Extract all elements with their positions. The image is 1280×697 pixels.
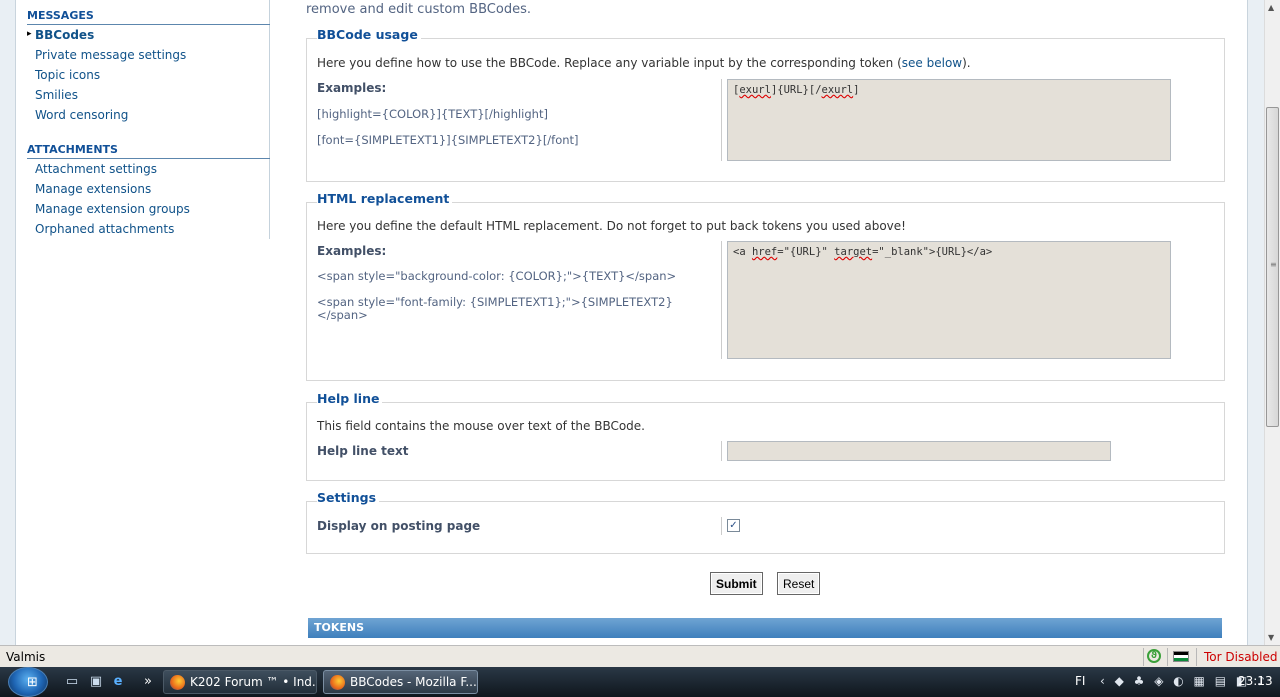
- html-description: Here you define the default HTML replace…: [317, 219, 906, 233]
- scrollbar-thumb[interactable]: ≡: [1266, 107, 1279, 427]
- addon-green-icon[interactable]: ϑ: [1147, 649, 1161, 663]
- column-divider: [721, 517, 722, 535]
- internet-explorer-icon[interactable]: e: [110, 674, 126, 690]
- html-replacement-textarea[interactable]: <a href="{URL}" target="_blank">{URL}</a…: [727, 241, 1171, 359]
- html-value-part: ="_blank">{URL}</a>: [872, 246, 993, 258]
- status-text: Valmis: [6, 650, 46, 664]
- usage-value-part: exurl: [821, 84, 854, 96]
- right-page-edge: [1247, 0, 1264, 645]
- flag-icon[interactable]: [1173, 651, 1189, 662]
- status-separator: [1196, 648, 1197, 666]
- switch-windows-icon[interactable]: ▣: [88, 674, 104, 690]
- taskbar-button-k202[interactable]: K202 Forum ™ • Ind...: [163, 670, 317, 694]
- windows-logo-icon: ⊞: [27, 675, 38, 690]
- start-button[interactable]: ⊞: [8, 667, 48, 697]
- helpline-description: This field contains the mouse over text …: [317, 419, 645, 433]
- active-arrow-icon: ▸: [27, 29, 32, 39]
- browser-status-bar: Valmis ϑ Tor Disabled: [0, 645, 1280, 667]
- column-divider: [721, 79, 722, 161]
- usage-example-2: [font={SIMPLETEXT1}]{SIMPLETEXT2}[/font]: [317, 133, 579, 147]
- show-desktop-icon[interactable]: ▭: [64, 674, 80, 690]
- fieldset-html-replacement: HTML replacement Here you define the def…: [306, 191, 1225, 381]
- legend-bbcode-usage: BBCode usage: [317, 27, 421, 42]
- scroll-up-arrow-icon[interactable]: ▲: [1268, 3, 1274, 12]
- legend-settings: Settings: [317, 490, 380, 505]
- taskbar-clock[interactable]: 23:13: [1238, 674, 1273, 688]
- menu-item-pm-settings[interactable]: Private message settings: [35, 48, 186, 62]
- html-value-part: ="{URL}": [777, 246, 835, 258]
- help-line-input[interactable]: [727, 441, 1111, 461]
- usage-value-part: ]: [853, 84, 860, 96]
- fieldset-settings: Settings Display on posting page ✓: [306, 490, 1225, 554]
- menu-heading-messages: MESSAGES: [27, 9, 270, 25]
- html-example-1: <span style="background-color: {COLOR};"…: [317, 269, 677, 283]
- status-separator: [1167, 648, 1168, 666]
- left-page-edge: [0, 0, 16, 645]
- taskbar-button-bbcodes[interactable]: BBCodes - Mozilla F...: [323, 670, 478, 694]
- quicklaunch-more-icon[interactable]: »: [140, 674, 156, 690]
- submit-button[interactable]: Submit: [710, 572, 763, 595]
- firefox-icon: [330, 675, 345, 690]
- column-divider: [721, 241, 722, 359]
- page-intro-text: remove and edit custom BBCodes.: [306, 2, 531, 17]
- language-indicator[interactable]: FI: [1075, 674, 1085, 688]
- menu-item-extension-groups[interactable]: Manage extension groups: [35, 202, 190, 216]
- page-viewport: MESSAGES ▸ BBCodes Private message setti…: [0, 0, 1264, 645]
- usage-description: Here you define how to use the BBCode. R…: [317, 56, 971, 70]
- legend-html-replacement: HTML replacement: [317, 191, 453, 206]
- menu-item-bbcodes[interactable]: BBCodes: [35, 28, 94, 42]
- menu-item-manage-extensions[interactable]: Manage extensions: [35, 182, 151, 196]
- menu-item-attachment-settings[interactable]: Attachment settings: [35, 162, 157, 176]
- menu-item-orphaned-attachments[interactable]: Orphaned attachments: [35, 222, 174, 236]
- legend-help-line: Help line: [317, 391, 383, 406]
- tokens-table-header: TOKENS: [308, 618, 1222, 638]
- menu-item-word-censoring[interactable]: Word censoring: [35, 108, 128, 122]
- html-value-part: <a: [733, 246, 752, 258]
- usage-example-1: [highlight={COLOR}]{TEXT}[/highlight]: [317, 107, 548, 121]
- task-label: K202 Forum ™ • Ind...: [190, 675, 317, 689]
- usage-desc-end: ).: [962, 56, 971, 70]
- see-below-link[interactable]: see below: [902, 56, 962, 70]
- fieldset-bbcode-usage: BBCode usage Here you define how to use …: [306, 27, 1225, 182]
- html-example-2: <span style="font-family: {SIMPLETEXT1};…: [317, 295, 673, 322]
- display-on-posting-label: Display on posting page: [317, 519, 481, 533]
- helpline-label: Help line text: [317, 444, 409, 458]
- task-label: BBCodes - Mozilla F...: [350, 675, 477, 689]
- fieldset-help-line: Help line This field contains the mouse …: [306, 391, 1225, 481]
- menu-item-smilies[interactable]: Smilies: [35, 88, 78, 102]
- usage-value-part: ]{URL}[/: [770, 84, 822, 96]
- column-divider: [721, 441, 722, 461]
- vertical-scrollbar[interactable]: ▲ ≡ ▼: [1264, 0, 1280, 645]
- firefox-icon: [170, 675, 185, 690]
- html-examples-label: Examples:: [317, 244, 387, 258]
- usage-examples-label: Examples:: [317, 81, 387, 95]
- menu-heading-attachments: ATTACHMENTS: [27, 143, 270, 159]
- tor-status-button[interactable]: Tor Disabled: [1204, 650, 1278, 664]
- scroll-down-arrow-icon[interactable]: ▼: [1268, 633, 1274, 642]
- acp-sidebar-menu: MESSAGES ▸ BBCodes Private message setti…: [16, 0, 270, 239]
- html-value-part: target: [834, 246, 873, 258]
- usage-desc-text: Here you define how to use the BBCode. R…: [317, 56, 902, 70]
- windows-taskbar: ⊞ ▭ ▣ e » K202 Forum ™ • Ind... BBCodes …: [0, 667, 1280, 697]
- menu-item-topic-icons[interactable]: Topic icons: [35, 68, 100, 82]
- display-on-posting-checkbox[interactable]: ✓: [727, 519, 740, 532]
- html-value-part: href: [751, 246, 778, 258]
- reset-button[interactable]: Reset: [777, 572, 821, 595]
- usage-value-part: exurl: [739, 84, 771, 96]
- bbcode-usage-textarea[interactable]: [exurl]{URL}[/exurl]: [727, 79, 1171, 161]
- scroll-grip-icon: ≡: [1270, 260, 1277, 269]
- status-separator: [1143, 648, 1144, 666]
